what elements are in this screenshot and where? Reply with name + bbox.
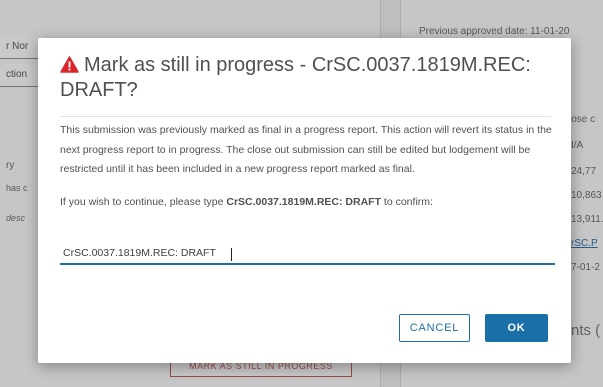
dialog-title-text: Mark as still in progress - CrSC.0037.18… (60, 54, 531, 101)
dialog-message: This submission was previously marked as… (60, 124, 552, 175)
dialog-title: Mark as still in progress - CrSC.0037.18… (60, 54, 555, 102)
title-divider (60, 116, 551, 117)
cancel-button[interactable]: CANCEL (399, 314, 470, 342)
confirm-text-input[interactable] (60, 243, 555, 265)
confirm-instruction: If you wish to continue, please type CrS… (60, 193, 555, 213)
instruction-prefix: If you wish to continue, please type (60, 195, 227, 208)
confirm-dialog: Mark as still in progress - CrSC.0037.18… (38, 38, 571, 363)
confirm-code: CrSC.0037.1819M.REC: DRAFT (226, 195, 381, 208)
dialog-body: This submission was previously marked as… (60, 121, 555, 212)
text-caret (231, 248, 232, 261)
instruction-suffix: to confirm: (381, 195, 433, 208)
ok-button[interactable]: OK (485, 314, 548, 342)
warning-icon (60, 56, 79, 79)
